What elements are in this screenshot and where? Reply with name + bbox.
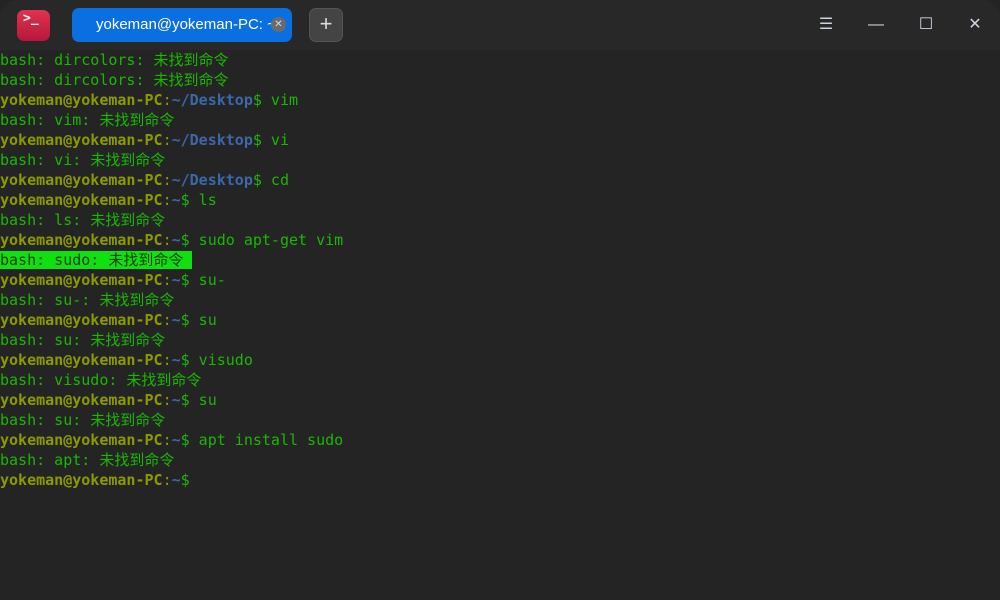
prompt-user-host: yokeman@yokeman-PC xyxy=(0,91,163,109)
prompt-line: yokeman@yokeman-PC:~/Desktop$ cd xyxy=(0,170,1000,190)
prompt-path: ~ xyxy=(171,311,181,329)
prompt-path: ~ xyxy=(171,351,181,369)
prompt-user-host: yokeman@yokeman-PC xyxy=(0,191,163,209)
maximize-icon[interactable]: ☐ xyxy=(914,13,938,37)
prompt-colon: : xyxy=(162,191,172,209)
prompt-symbol: $ xyxy=(180,351,190,369)
prompt-symbol: $ xyxy=(180,431,190,449)
prompt-symbol: $ xyxy=(180,391,190,409)
prompt-line: yokeman@yokeman-PC:~$ xyxy=(0,470,1000,490)
command-text: ls xyxy=(189,191,217,209)
prompt-symbol: $ xyxy=(252,131,262,149)
output-text: bash: visudo: 未找到命令 xyxy=(0,371,202,389)
prompt-user-host: yokeman@yokeman-PC xyxy=(0,171,163,189)
prompt-symbol: $ xyxy=(180,191,190,209)
prompt-line: yokeman@yokeman-PC:~$ ls xyxy=(0,190,1000,210)
command-text: cd xyxy=(261,171,289,189)
output-line: bash: su-: 未找到命令 xyxy=(0,290,1000,310)
prompt-line: yokeman@yokeman-PC:~/Desktop$ vi xyxy=(0,130,1000,150)
new-tab-button[interactable]: + xyxy=(309,8,343,42)
prompt-colon: : xyxy=(162,91,172,109)
menu-icon[interactable]: ☰ xyxy=(814,13,838,37)
output-line: bash: sudo: 未找到命令 xyxy=(0,250,1000,270)
command-text: apt install sudo xyxy=(189,431,344,449)
output-line: bash: vim: 未找到命令 xyxy=(0,110,1000,130)
output-line: bash: su: 未找到命令 xyxy=(0,410,1000,430)
command-text: vi xyxy=(261,131,289,149)
terminal-app-icon: >_ xyxy=(17,10,50,41)
tab-terminal[interactable]: yokeman@yokeman-PC: ~ xyxy=(72,8,292,42)
output-text: bash: su: 未找到命令 xyxy=(0,331,166,349)
prompt-colon: : xyxy=(162,231,172,249)
output-text: bash: sudo: 未找到命令 xyxy=(0,251,193,269)
prompt-line: yokeman@yokeman-PC:~$ su xyxy=(0,390,1000,410)
output-text: bash: dircolors: 未找到命令 xyxy=(0,71,229,89)
prompt-symbol: $ xyxy=(252,91,262,109)
command-text: su xyxy=(189,311,217,329)
output-text: bash: vi: 未找到命令 xyxy=(0,151,166,169)
prompt-path: ~ xyxy=(171,471,181,489)
prompt-path: ~/Desktop xyxy=(171,171,253,189)
prompt-user-host: yokeman@yokeman-PC xyxy=(0,271,163,289)
output-line: bash: vi: 未找到命令 xyxy=(0,150,1000,170)
prompt-line: yokeman@yokeman-PC:~$ su xyxy=(0,310,1000,330)
prompt-colon: : xyxy=(162,471,172,489)
prompt-user-host: yokeman@yokeman-PC xyxy=(0,351,163,369)
prompt-colon: : xyxy=(162,311,172,329)
prompt-colon: : xyxy=(162,431,172,449)
prompt-line: yokeman@yokeman-PC:~/Desktop$ vim xyxy=(0,90,1000,110)
command-text: su- xyxy=(189,271,226,289)
prompt-line: yokeman@yokeman-PC:~$ visudo xyxy=(0,350,1000,370)
terminal-window: >_ yokeman@yokeman-PC: ~ ✕ + ☰ — ☐ ✕ bas… xyxy=(0,0,1000,600)
output-line: bash: dircolors: 未找到命令 xyxy=(0,50,1000,70)
command-text: sudo apt-get vim xyxy=(189,231,344,249)
output-line: bash: visudo: 未找到命令 xyxy=(0,370,1000,390)
output-text: bash: vim: 未找到命令 xyxy=(0,111,175,129)
terminal-output[interactable]: bash: dircolors: 未找到命令 bash: dircolors: 未… xyxy=(0,50,1000,490)
prompt-line: yokeman@yokeman-PC:~$ apt install sudo xyxy=(0,430,1000,450)
tab-close-icon[interactable]: ✕ xyxy=(271,17,286,32)
prompt-colon: : xyxy=(162,271,172,289)
prompt-user-host: yokeman@yokeman-PC xyxy=(0,391,163,409)
prompt-colon: : xyxy=(162,171,172,189)
prompt-colon: : xyxy=(162,351,172,369)
output-line: bash: apt: 未找到命令 xyxy=(0,450,1000,470)
prompt-symbol: $ xyxy=(252,171,262,189)
prompt-path: ~ xyxy=(171,231,181,249)
output-line: bash: dircolors: 未找到命令 xyxy=(0,70,1000,90)
prompt-line: yokeman@yokeman-PC:~$ sudo apt-get vim xyxy=(0,230,1000,250)
prompt-colon: : xyxy=(162,391,172,409)
prompt-path: ~ xyxy=(171,391,181,409)
prompt-user-host: yokeman@yokeman-PC xyxy=(0,311,163,329)
output-line: bash: su: 未找到命令 xyxy=(0,330,1000,350)
prompt-path: ~ xyxy=(171,431,181,449)
prompt-path: ~/Desktop xyxy=(171,131,253,149)
prompt-symbol: $ xyxy=(180,231,190,249)
prompt-path: ~ xyxy=(171,271,181,289)
output-text: bash: su-: 未找到命令 xyxy=(0,291,175,309)
prompt-user-host: yokeman@yokeman-PC xyxy=(0,131,163,149)
output-text: bash: su: 未找到命令 xyxy=(0,411,166,429)
prompt-symbol: $ xyxy=(180,271,190,289)
tab-title: yokeman@yokeman-PC: ~ xyxy=(96,16,276,33)
minimize-icon[interactable]: — xyxy=(864,13,888,37)
output-text: bash: dircolors: 未找到命令 xyxy=(0,51,229,69)
command-text: vim xyxy=(261,91,299,109)
output-line: bash: ls: 未找到命令 xyxy=(0,210,1000,230)
prompt-user-host: yokeman@yokeman-PC xyxy=(0,431,163,449)
prompt-colon: : xyxy=(162,131,172,149)
titlebar: >_ yokeman@yokeman-PC: ~ ✕ + ☰ — ☐ ✕ xyxy=(0,0,1000,50)
output-text: bash: apt: 未找到命令 xyxy=(0,451,175,469)
prompt-path: ~/Desktop xyxy=(171,91,253,109)
close-icon[interactable]: ✕ xyxy=(963,13,987,37)
command-text: su xyxy=(189,391,217,409)
command-text: visudo xyxy=(189,351,253,369)
prompt-user-host: yokeman@yokeman-PC xyxy=(0,471,163,489)
prompt-line: yokeman@yokeman-PC:~$ su- xyxy=(0,270,1000,290)
prompt-symbol: $ xyxy=(180,471,190,489)
prompt-symbol: $ xyxy=(180,311,190,329)
prompt-path: ~ xyxy=(171,191,181,209)
output-text: bash: ls: 未找到命令 xyxy=(0,211,166,229)
prompt-user-host: yokeman@yokeman-PC xyxy=(0,231,163,249)
